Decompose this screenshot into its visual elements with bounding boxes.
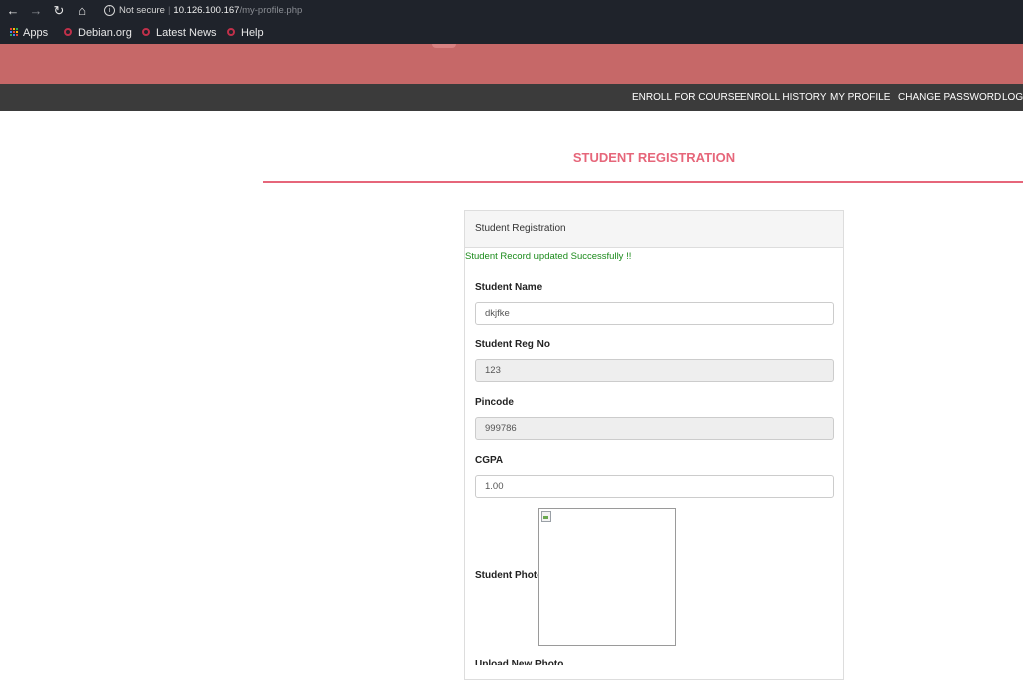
debian-icon xyxy=(64,28,72,37)
cgpa-input[interactable] xyxy=(475,475,834,498)
bookmark-label: Help xyxy=(241,27,264,39)
page-title: STUDENT REGISTRATION xyxy=(572,150,736,165)
bookmark-label: Latest News xyxy=(156,27,217,39)
student-photo-label: Student Photo xyxy=(475,570,544,581)
cgpa-label: CGPA xyxy=(475,455,504,466)
menu-logout[interactable]: LOGO xyxy=(1002,84,1023,111)
menu-enroll-for-course[interactable]: ENROLL FOR COURSE xyxy=(632,84,741,111)
bookmark-debian[interactable]: Debian.org xyxy=(64,25,132,41)
student-reg-no-input[interactable] xyxy=(475,359,834,382)
reload-icon[interactable]: ↻ xyxy=(52,3,66,19)
bookmark-label: Apps xyxy=(23,27,49,39)
student-name-label: Student Name xyxy=(475,282,543,293)
url-path: /my-profile.php xyxy=(239,5,303,16)
debian-icon xyxy=(142,28,150,37)
bookmark-label: Debian.org xyxy=(78,27,132,39)
registration-panel: Student Registration Student Record upda… xyxy=(464,210,844,680)
back-arrow-icon[interactable]: ← xyxy=(6,3,20,19)
success-message: Student Record updated Successfully !! xyxy=(465,251,632,262)
main-menu: ENROLL FOR COURSE ENROLL HISTORY MY PROF… xyxy=(0,84,1023,111)
heading-divider xyxy=(263,181,1023,183)
bookmarks-bar: Apps Debian.org Latest News Help xyxy=(0,22,1023,44)
address-bar[interactable]: i Not secure | 10.126.100.167/my-profile.ph… xyxy=(104,4,302,18)
browser-toolbar: ← → ↻ ⌂ i Not secure | 10.126.100.167/my-pr… xyxy=(0,0,1023,22)
student-reg-no-label: Student Reg No xyxy=(475,339,550,350)
info-icon[interactable]: i xyxy=(104,4,115,16)
security-label: Not secure xyxy=(119,5,165,16)
panel-heading: Student Registration xyxy=(465,211,843,248)
site-header xyxy=(0,44,1023,84)
menu-my-profile[interactable]: MY PROFILE xyxy=(830,84,890,111)
address-separator: | xyxy=(167,5,171,16)
student-name-input[interactable] xyxy=(475,302,834,325)
forward-arrow-icon[interactable]: → xyxy=(29,3,43,19)
bookmark-latest-news[interactable]: Latest News xyxy=(142,25,217,41)
apps-grid-icon xyxy=(10,28,18,37)
menu-change-password[interactable]: CHANGE PASSWORD xyxy=(898,84,1001,111)
debian-icon xyxy=(227,28,235,37)
pincode-input[interactable] xyxy=(475,417,834,440)
bookmark-help[interactable]: Help xyxy=(227,25,264,41)
pincode-label: Pincode xyxy=(475,397,514,408)
bookmark-apps[interactable]: Apps xyxy=(10,25,48,41)
broken-image-icon xyxy=(541,511,551,522)
url-host: 10.126.100.167 xyxy=(173,5,240,16)
upload-photo-label: Upload New Photo xyxy=(475,659,564,665)
menu-enroll-history[interactable]: ENROLL HISTORY xyxy=(740,84,827,111)
logo-fragment xyxy=(432,44,456,48)
student-photo xyxy=(538,508,676,646)
home-icon[interactable]: ⌂ xyxy=(75,3,89,19)
